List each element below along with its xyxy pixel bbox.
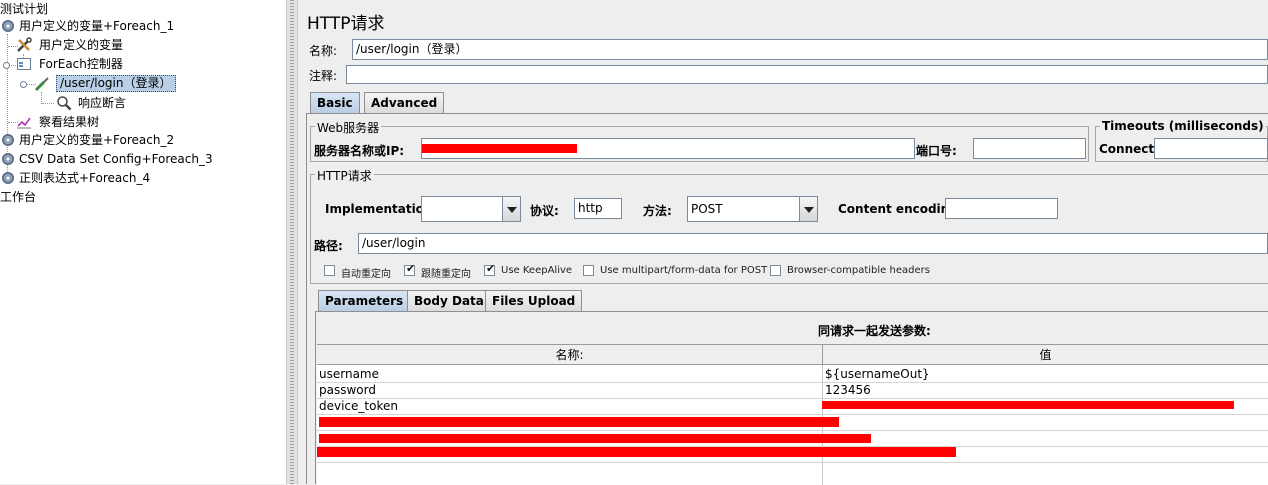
tree-item-label: 察看结果树 — [39, 115, 100, 129]
chevron-down-icon[interactable] — [502, 197, 520, 221]
gear-icon — [0, 18, 16, 34]
connect-label: Connect: — [1099, 142, 1159, 156]
http-request-group-title: HTTP请求 — [315, 167, 374, 184]
row-divider — [317, 430, 1268, 431]
test-plan-tree[interactable]: 测试计划 用户定义的变量+Foreach_1 用户定义的变量 ForEach控制… — [0, 0, 286, 484]
multipart-label: Use multipart/form-data for POST — [600, 265, 768, 276]
param-value[interactable]: 123456 — [823, 382, 1268, 398]
server-label: 服务器名称或IP: — [314, 144, 405, 158]
controller-icon — [16, 56, 32, 72]
browser-headers-checkbox[interactable] — [770, 265, 781, 276]
redaction-mark — [319, 434, 871, 443]
tree-root-label: 测试计划 — [0, 2, 49, 16]
name-label: 名称: — [309, 44, 338, 58]
http-request-panel: HTTP请求 名称: /user/login（登录） 注释: Basic Adv… — [298, 0, 1268, 485]
gear-icon — [0, 151, 16, 167]
magnifier-icon — [56, 95, 72, 111]
comment-label: 注释: — [309, 69, 338, 83]
panel-splitter[interactable] — [286, 0, 298, 484]
pipette-icon — [34, 76, 50, 92]
multipart-checkbox[interactable] — [583, 265, 594, 276]
tree-connector — [42, 103, 54, 104]
method-dropdown[interactable]: POST — [687, 196, 818, 222]
protocol-field[interactable]: http — [574, 198, 622, 219]
param-value[interactable]: ${usernameOut} — [823, 366, 1268, 382]
redaction-mark — [317, 447, 956, 457]
content-encoding-field[interactable] — [945, 198, 1058, 219]
port-field[interactable] — [973, 138, 1086, 159]
tree-item-label: ForEach控制器 — [39, 57, 123, 71]
connect-field[interactable] — [1154, 138, 1268, 159]
tree-item-label: 响应断言 — [78, 96, 127, 110]
timeouts-group-title: Timeouts (milliseconds) — [1100, 119, 1266, 133]
name-field[interactable]: /user/login（登录） — [352, 39, 1268, 60]
column-header-value[interactable]: 值 — [823, 345, 1268, 365]
parameters-table[interactable]: 名称: 值 username ${usernameOut} password 1… — [317, 344, 1268, 485]
comment-field[interactable] — [346, 65, 1268, 84]
param-name[interactable]: device_token — [317, 398, 822, 414]
path-label: 路径: — [314, 239, 343, 253]
auto-redirect-label: 自动重定向 — [341, 269, 391, 280]
row-divider — [317, 462, 1268, 463]
redaction-mark — [422, 144, 577, 153]
port-label: 端口号: — [916, 144, 957, 158]
tree-item-label: CSV Data Set Config+Foreach_3 — [19, 152, 213, 166]
gear-icon — [0, 170, 16, 186]
tab-basic[interactable]: Basic — [310, 92, 360, 113]
param-name[interactable]: username — [317, 366, 822, 382]
auto-redirect-checkbox[interactable] — [324, 265, 335, 276]
tab-files-upload[interactable]: Files Upload — [485, 290, 583, 311]
redaction-mark — [822, 401, 1234, 409]
keepalive-label: Use KeepAlive — [501, 265, 573, 276]
tab-advanced[interactable]: Advanced — [364, 92, 445, 113]
follow-redirect-label: 跟随重定向 — [421, 269, 471, 280]
path-field[interactable]: /user/login — [358, 233, 1268, 254]
graph-icon — [16, 114, 32, 130]
tree-item-label: /user/login（登录） — [56, 75, 176, 92]
expand-handle-icon[interactable] — [3, 62, 10, 69]
content-encoding-label: Content encoding: — [838, 202, 963, 216]
implementation-dropdown[interactable] — [421, 196, 521, 222]
tab-parameters[interactable]: Parameters — [318, 290, 411, 311]
tab-body-data[interactable]: Body Data — [407, 290, 491, 311]
gear-icon — [0, 132, 16, 148]
tree-item-label: 正则表达式+Foreach_4 — [19, 171, 151, 185]
method-label: 方法: — [643, 204, 672, 218]
chevron-down-icon[interactable] — [799, 197, 817, 221]
tools-icon — [16, 37, 32, 53]
column-header-name[interactable]: 名称: — [317, 345, 823, 365]
follow-redirect-checkbox[interactable] — [404, 262, 415, 276]
tree-item-label: 用户定义的变量 — [39, 38, 124, 52]
protocol-label: 协议: — [530, 204, 559, 218]
method-value: POST — [691, 202, 723, 216]
param-name[interactable]: password — [317, 382, 822, 398]
workbench-label: 工作台 — [0, 190, 37, 204]
browser-headers-label: Browser-compatible headers — [787, 265, 930, 276]
redaction-mark — [319, 417, 839, 427]
web-server-group-title: Web服务器 — [315, 119, 382, 136]
keepalive-checkbox[interactable] — [484, 262, 495, 276]
tree-item-label: 用户定义的变量+Foreach_1 — [19, 19, 175, 33]
row-divider — [317, 414, 1268, 415]
params-title: 同请求一起发送参数: — [818, 324, 931, 338]
expand-handle-icon[interactable] — [20, 81, 27, 88]
panel-title: HTTP请求 — [307, 14, 385, 34]
tree-item-label: 用户定义的变量+Foreach_2 — [19, 133, 175, 147]
